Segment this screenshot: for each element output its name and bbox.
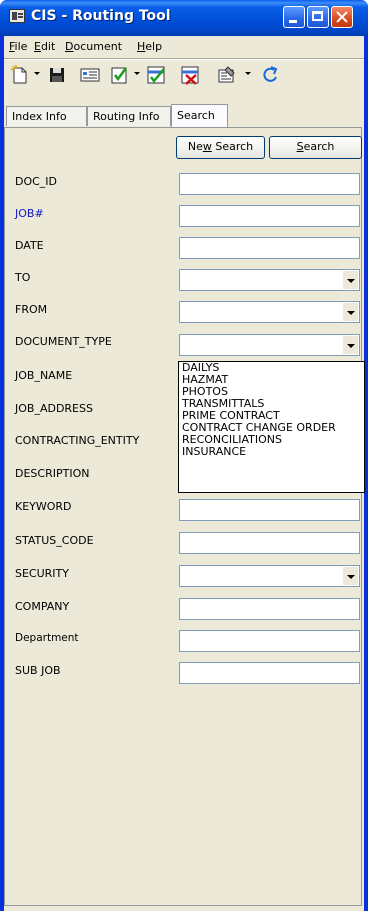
properties-card-icon[interactable] bbox=[79, 64, 101, 86]
new-search-button[interactable]: New Search bbox=[176, 136, 265, 159]
label-from: FROM bbox=[15, 303, 48, 316]
window-title: CIS - Routing Tool bbox=[31, 8, 171, 24]
route-reject-icon[interactable] bbox=[180, 64, 202, 86]
label-job-name: JOB_NAME bbox=[15, 369, 73, 382]
check-dropdown-arrow[interactable] bbox=[134, 72, 140, 75]
label-doc-id: DOC_ID bbox=[15, 175, 58, 188]
properties-dropdown-arrow[interactable] bbox=[245, 72, 251, 75]
label-status-code: STATUS_CODE bbox=[15, 534, 94, 547]
tab-search[interactable]: Search bbox=[171, 104, 228, 128]
label-security: SECURITY bbox=[15, 567, 69, 580]
refresh-icon[interactable] bbox=[259, 64, 281, 86]
new-dropdown-arrow[interactable] bbox=[34, 72, 40, 75]
save-icon[interactable] bbox=[46, 64, 68, 86]
title-bar[interactable]: CIS - Routing Tool bbox=[0, 0, 368, 36]
chevron-down-icon[interactable] bbox=[342, 271, 358, 289]
label-document-type: DOCUMENT_TYPE bbox=[15, 335, 112, 348]
company-field[interactable] bbox=[179, 598, 360, 620]
tab-routing-info[interactable]: Routing Info bbox=[87, 106, 171, 126]
chevron-down-icon[interactable] bbox=[342, 336, 358, 354]
new-document-icon[interactable] bbox=[9, 64, 31, 86]
menu-bar: File Edit Document Help bbox=[4, 36, 364, 58]
document-type-dropdown-list[interactable]: DAILYS HAZMAT PHOTOS TRANSMITTALS PRIME … bbox=[178, 361, 365, 493]
from-combo[interactable] bbox=[179, 301, 360, 323]
security-combo[interactable] bbox=[179, 565, 360, 587]
tab-strip: Index Info Routing Info Search bbox=[4, 104, 364, 128]
menu-edit[interactable]: Edit bbox=[34, 40, 55, 53]
tab-index-info[interactable]: Index Info bbox=[6, 106, 87, 126]
label-date: DATE bbox=[15, 239, 44, 252]
route-approve-icon[interactable] bbox=[146, 64, 168, 86]
label-keyword: KEYWORD bbox=[15, 500, 72, 513]
label-description: DESCRIPTION bbox=[15, 467, 90, 480]
chevron-down-icon[interactable] bbox=[342, 567, 358, 585]
maximize-button[interactable] bbox=[307, 6, 329, 28]
label-company: COMPANY bbox=[15, 600, 70, 613]
label-contracting-entity: CONTRACTING_ENTITY bbox=[15, 434, 140, 447]
app-icon[interactable] bbox=[9, 9, 25, 23]
app-window: CIS - Routing Tool File Edit Document He… bbox=[0, 0, 368, 911]
label-job-address: JOB_ADDRESS bbox=[15, 402, 93, 415]
chevron-down-icon[interactable] bbox=[342, 303, 358, 321]
menu-file[interactable]: File bbox=[9, 40, 27, 53]
dropdown-option[interactable]: INSURANCE bbox=[182, 446, 364, 458]
job-number-field[interactable] bbox=[179, 205, 360, 227]
label-job-number: JOB# bbox=[15, 207, 44, 220]
menu-document[interactable]: Document bbox=[65, 40, 122, 53]
keyword-field[interactable] bbox=[179, 499, 360, 521]
document-properties-icon[interactable] bbox=[216, 64, 238, 86]
toolbar-separator bbox=[4, 58, 364, 60]
label-to: TO bbox=[15, 271, 31, 284]
department-field[interactable] bbox=[179, 630, 360, 652]
document-type-combo[interactable] bbox=[179, 334, 360, 356]
label-department: Department bbox=[15, 632, 79, 644]
checklist-icon[interactable] bbox=[109, 64, 131, 86]
sub-job-field[interactable] bbox=[179, 662, 360, 684]
toolbar bbox=[4, 61, 364, 93]
to-combo[interactable] bbox=[179, 269, 360, 291]
client-area: File Edit Document Help Index Info Routi… bbox=[4, 36, 365, 911]
menu-help[interactable]: Help bbox=[137, 40, 162, 53]
status-code-field[interactable] bbox=[179, 532, 360, 554]
label-sub-job: SUB JOB bbox=[15, 664, 61, 677]
search-button[interactable]: Search bbox=[269, 136, 362, 159]
doc-id-field[interactable] bbox=[179, 173, 360, 195]
minimize-button[interactable] bbox=[283, 6, 305, 28]
date-field[interactable] bbox=[179, 237, 360, 259]
close-button[interactable] bbox=[331, 6, 353, 28]
